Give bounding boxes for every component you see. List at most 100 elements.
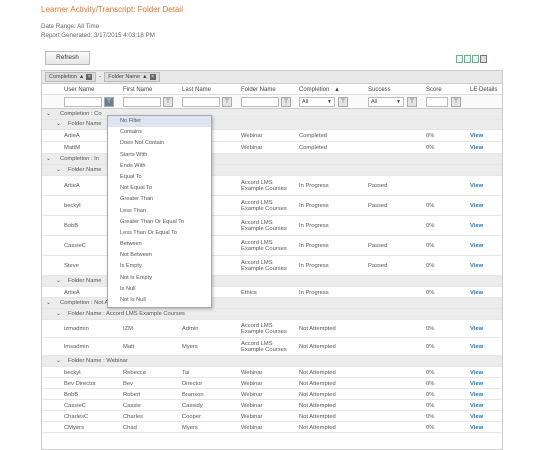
filter-success-select[interactable]: All ▼: [368, 97, 404, 107]
col-folder-name[interactable]: Folder Name: [241, 87, 276, 93]
cell-last-name: Branson: [182, 392, 204, 398]
view-link[interactable]: View: [470, 414, 483, 420]
cell-score: 0%: [426, 203, 435, 209]
view-link[interactable]: View: [470, 145, 483, 151]
group-chip-folder-name[interactable]: Folder Name ▲ ×: [104, 72, 160, 82]
view-link[interactable]: View: [470, 290, 483, 296]
view-link[interactable]: View: [470, 223, 483, 229]
view-link[interactable]: View: [470, 263, 483, 269]
refresh-button[interactable]: Refresh: [45, 51, 90, 65]
col-last-name[interactable]: Last Name: [182, 87, 211, 93]
export-pdf-icon[interactable]: [456, 55, 463, 63]
group-label: Completion : In: [60, 156, 99, 162]
print-icon[interactable]: [480, 55, 487, 63]
filter-icon[interactable]: ⊤: [451, 97, 461, 107]
export-csv-icon[interactable]: [472, 55, 479, 63]
cell-folder-name: Accord LMS Example Courses: [241, 260, 287, 272]
col-user-name[interactable]: User Name: [64, 87, 94, 93]
cell-success: Passed: [368, 203, 388, 209]
view-link[interactable]: View: [470, 183, 483, 189]
view-link[interactable]: View: [470, 425, 483, 431]
cell-user-name: BobB: [64, 223, 79, 229]
filter-menu-item[interactable]: Between: [108, 239, 211, 250]
filter-icon[interactable]: ⊤: [222, 97, 232, 107]
cell-first-name: Chad: [123, 425, 137, 431]
cell-first-name: Charles: [123, 414, 143, 420]
cell-score: 0%: [426, 290, 435, 296]
filter-menu-item[interactable]: Starts With: [108, 150, 211, 161]
filter-menu-item[interactable]: Less Than Or Equal To: [108, 228, 211, 239]
collapse-icon[interactable]: ⌄: [46, 111, 51, 117]
filter-user-input[interactable]: [64, 97, 102, 107]
cell-folder-name: Webinar: [241, 133, 263, 139]
filter-first-input[interactable]: [123, 97, 161, 107]
remove-icon[interactable]: ×: [86, 74, 93, 80]
filter-icon[interactable]: ⊤: [163, 97, 173, 107]
cell-folder-name: Ethics: [241, 290, 257, 296]
filter-menu-item[interactable]: Ends With: [108, 161, 211, 172]
filter-menu-item[interactable]: No Filter: [108, 116, 211, 128]
filter-icon[interactable]: ⊤: [338, 97, 348, 107]
filter-menu-item[interactable]: Is Null: [108, 284, 211, 295]
view-link[interactable]: View: [470, 203, 483, 209]
group-label: Folder Name : Accord LMS Example Courses: [68, 311, 185, 317]
export-excel-icon[interactable]: [464, 55, 471, 63]
collapse-icon[interactable]: ⌄: [56, 167, 61, 173]
collapse-icon[interactable]: ⌄: [56, 358, 61, 364]
filter-icon[interactable]: ⊤: [407, 97, 417, 107]
collapse-icon[interactable]: ⌄: [56, 278, 61, 284]
filter-menu-item[interactable]: Greater Than: [108, 194, 211, 205]
filter-menu-item[interactable]: Is Empty: [108, 261, 211, 272]
cell-completion: In Progress: [299, 203, 329, 209]
col-first-name[interactable]: First Name: [123, 87, 152, 93]
group-chip-completion[interactable]: Completion ▲ ×: [45, 72, 97, 82]
cell-completion: In Progress: [299, 183, 329, 189]
filter-last-input[interactable]: [182, 97, 220, 107]
collapse-icon[interactable]: ⌄: [56, 311, 61, 317]
group-row[interactable]: ⌄ Folder Name : Webinar: [42, 356, 502, 367]
report-generated: Report Generated: 3/17/2015 4:03:18 PM: [41, 32, 155, 39]
filter-completion-select[interactable]: All ▼: [299, 97, 335, 107]
collapse-icon[interactable]: ⌄: [46, 156, 51, 162]
filter-menu-item[interactable]: Contains: [108, 127, 211, 138]
view-link[interactable]: View: [470, 392, 483, 398]
cell-score: 0%: [426, 381, 435, 387]
filter-menu-item[interactable]: Less Than: [108, 206, 211, 217]
filter-menu-item[interactable]: Greater Than Or Equal To: [108, 217, 211, 228]
cell-user-name: izmadmin: [64, 326, 89, 332]
cell-folder-name: Accord LMS Example Courses: [241, 180, 287, 192]
filter-icon[interactable]: ⊤: [104, 97, 114, 107]
view-link[interactable]: View: [470, 381, 483, 387]
view-link[interactable]: View: [470, 370, 483, 376]
filter-menu-item[interactable]: Not Is Null: [108, 295, 211, 306]
view-link[interactable]: View: [470, 344, 483, 350]
cell-completion: Not Attempted: [299, 414, 336, 420]
filter-menu-item[interactable]: Equal To: [108, 172, 211, 183]
col-completion[interactable]: Completion: [299, 87, 329, 93]
cell-folder-name: Webinar: [241, 145, 263, 151]
col-score[interactable]: Score: [426, 87, 442, 93]
view-link[interactable]: View: [470, 243, 483, 249]
cell-last-name: Cooper: [182, 414, 202, 420]
filter-menu-item[interactable]: Not Is Empty: [108, 273, 211, 284]
filter-icon[interactable]: ⊤: [281, 97, 291, 107]
group-label: Folder Name: [68, 167, 102, 173]
cell-last-name: Myers: [182, 425, 198, 431]
filter-menu-item[interactable]: Not Between: [108, 250, 211, 261]
collapse-icon[interactable]: ⌄: [46, 300, 51, 306]
cell-user-name: MattM: [64, 145, 81, 151]
remove-icon[interactable]: ×: [149, 74, 156, 80]
col-success[interactable]: Success: [368, 87, 391, 93]
view-link[interactable]: View: [470, 403, 483, 409]
filter-folder-input[interactable]: [241, 97, 279, 107]
filter-score-input[interactable]: [426, 97, 448, 107]
view-link[interactable]: View: [470, 133, 483, 139]
cell-completion: Not Attempted: [299, 344, 336, 350]
group-row[interactable]: ⌄ Folder Name : Accord LMS Example Course…: [42, 309, 502, 320]
collapse-icon[interactable]: ⌄: [56, 121, 61, 127]
cell-last-name: Cassidy: [182, 403, 203, 409]
cell-folder-name: Webinar: [241, 370, 263, 376]
filter-menu-item[interactable]: Does Not Contain: [108, 138, 211, 149]
view-link[interactable]: View: [470, 326, 483, 332]
filter-menu-item[interactable]: Not Equal To: [108, 183, 211, 194]
